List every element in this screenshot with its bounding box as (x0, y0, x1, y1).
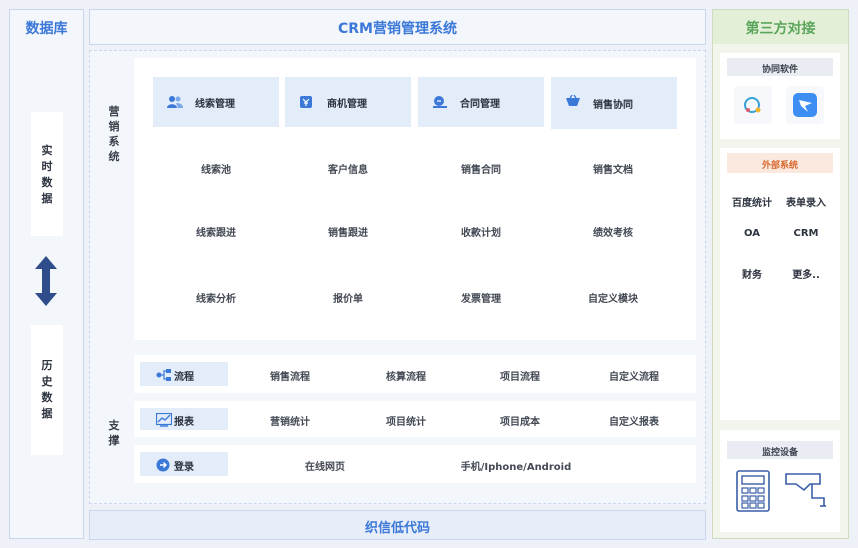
history-data-label: 历史数据 (31, 358, 63, 422)
support-row-label-3[interactable]: 登录 (140, 452, 228, 476)
realtime-data-label: 实时数据 (31, 143, 63, 207)
double-arrow-icon (33, 256, 59, 306)
support-row-item[interactable]: 手机/Iphone/Android (446, 458, 586, 473)
support-row-item[interactable]: 自定义报表 (564, 413, 704, 428)
history-text: 历史数据 (41, 359, 53, 420)
login-icon (156, 457, 170, 476)
external-system-item[interactable]: OA (722, 228, 782, 239)
external-system-item[interactable]: 百度统计 (722, 194, 782, 209)
support-row-label-text: 流程 (174, 372, 194, 383)
module-header-1[interactable]: 线索管理 (153, 77, 279, 127)
module-label: 销售协同 (593, 100, 633, 111)
external-system-item[interactable]: 财务 (722, 266, 782, 281)
main-title: CRM营销管理系统 (338, 21, 457, 37)
module-label: 线索管理 (195, 99, 235, 110)
support-row-label-text: 登录 (174, 462, 194, 473)
external-system-item[interactable]: 表单录入 (776, 194, 836, 209)
module-item[interactable]: 线索分析 (156, 290, 276, 305)
module-item[interactable]: 报价单 (288, 290, 408, 305)
module-item[interactable]: 线索池 (156, 161, 276, 176)
module-item[interactable]: 自定义模块 (553, 290, 673, 305)
chat-app-icon[interactable] (734, 86, 772, 124)
external-section (720, 148, 840, 420)
users-icon (167, 94, 183, 113)
support-row-item[interactable]: 自定义流程 (564, 368, 704, 383)
cart-icon (565, 93, 581, 112)
external-system-item[interactable]: 更多.. (776, 266, 836, 281)
module-item[interactable]: 绩效考核 (553, 224, 673, 239)
business-icon (299, 94, 313, 113)
collab-title: 协同软件 (761, 65, 798, 75)
module-label: 合同管理 (460, 99, 500, 110)
third-party-title: 第三方对接 (745, 21, 816, 37)
camera-device-icon (782, 468, 828, 514)
database-title: 数据库 (25, 21, 68, 37)
module-item[interactable]: 线索跟进 (156, 224, 276, 239)
module-item[interactable]: 销售跟进 (288, 224, 408, 239)
external-title: 外部系统 (761, 161, 798, 171)
module-item[interactable]: 发票管理 (421, 290, 541, 305)
module-item[interactable]: 收款计划 (421, 224, 541, 239)
module-header-3[interactable]: 合同管理 (418, 77, 544, 127)
support-row-item[interactable]: 在线网页 (255, 458, 395, 473)
chart-icon (155, 412, 173, 431)
flow-icon (156, 367, 172, 386)
module-item[interactable]: 客户信息 (288, 161, 408, 176)
support-row-label-2[interactable]: 报表 (140, 408, 228, 430)
support-row-label-text: 报表 (174, 417, 194, 428)
monitor-title: 监控设备 (761, 448, 798, 458)
calculator-device-icon (733, 468, 773, 514)
support-side-text: 支撑 (108, 419, 120, 447)
module-header-2[interactable]: 商机管理 (285, 77, 411, 127)
module-item[interactable]: 销售合同 (421, 161, 541, 176)
marketing-side-label: 营销系统 (106, 104, 122, 164)
module-header-4[interactable]: 销售协同 (551, 77, 677, 129)
footer-title: 织信低代码 (364, 521, 430, 536)
marketing-side-text: 营销系统 (108, 105, 120, 163)
external-system-item[interactable]: CRM (776, 228, 836, 239)
realtime-text: 实时数据 (41, 144, 53, 205)
support-side-label: 支撑 (106, 418, 122, 448)
support-row-label-1[interactable]: 流程 (140, 362, 228, 386)
module-label: 商机管理 (327, 99, 367, 110)
dingtalk-icon[interactable] (786, 86, 824, 124)
contract-icon (432, 94, 448, 113)
module-item[interactable]: 销售文档 (553, 161, 673, 176)
